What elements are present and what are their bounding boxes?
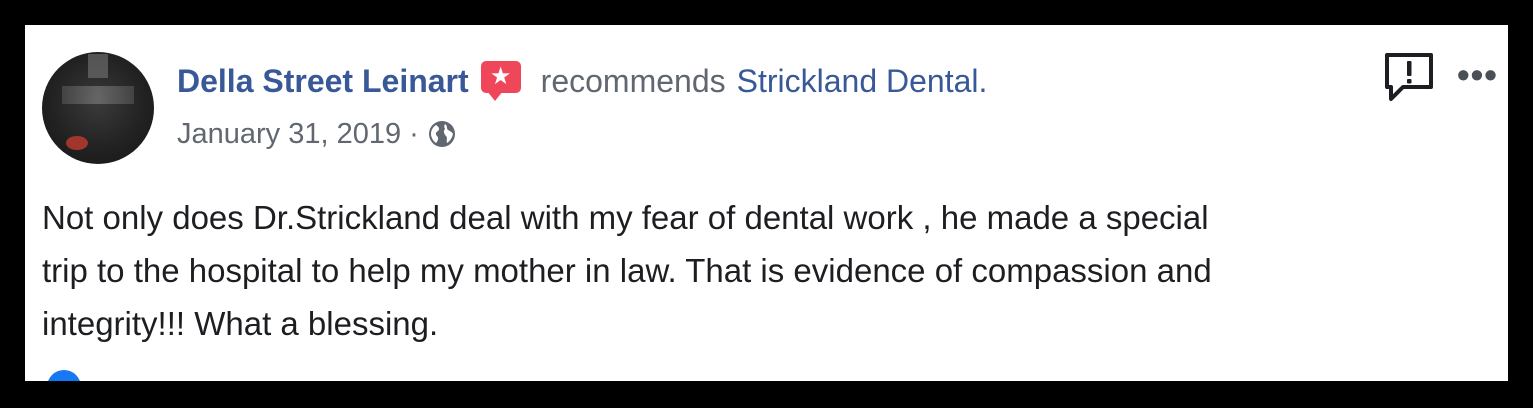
more-options-icon[interactable]: ••• (1457, 55, 1508, 95)
post-card: Della Street Leinart ★ recommends Strick… (25, 25, 1508, 381)
post-meta: January 31, 2019 · (177, 114, 457, 154)
author-avatar[interactable] (42, 52, 154, 164)
post-date-link[interactable]: January 31, 2019 (177, 118, 401, 151)
action-text: recommends (540, 63, 726, 99)
globe-icon[interactable] (427, 119, 457, 149)
post-text-line: Not only does Dr.Strickland deal with my… (42, 199, 1209, 236)
author-name-link[interactable]: Della Street Leinart (177, 61, 469, 101)
meta-separator: · (409, 117, 419, 150)
post-text-line: trip to the hospital to help my mother i… (42, 252, 1212, 289)
post-header: Della Street Leinart ★ recommends Strick… (177, 61, 987, 101)
business-name-link[interactable]: Strickland Dental. (737, 61, 988, 101)
avatar-detail (88, 54, 108, 78)
post-text-line: integrity!!! What a blessing. (42, 305, 439, 342)
avatar-detail (62, 86, 134, 104)
report-icon[interactable] (1381, 49, 1437, 105)
avatar-detail (66, 136, 88, 150)
reaction-icon (47, 370, 81, 381)
post-body: Not only does Dr.Strickland deal with my… (42, 191, 1497, 350)
recommendation-star-icon: ★ (479, 59, 523, 103)
